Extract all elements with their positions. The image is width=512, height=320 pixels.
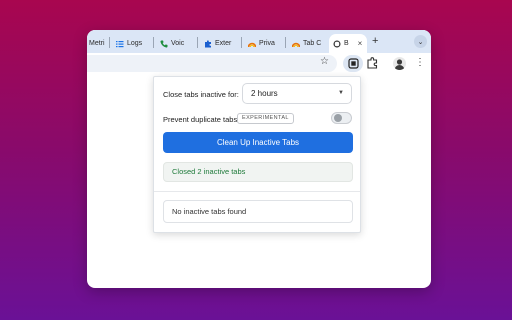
active-extension-button[interactable] (343, 55, 363, 72)
tab-active[interactable]: B × (329, 34, 367, 53)
avatar-icon (394, 59, 405, 70)
phone-icon (160, 40, 168, 48)
empty-state-message: No inactive tabs found (163, 200, 353, 223)
chevron-down-icon: ⌄ (417, 38, 424, 46)
arc-icon (248, 42, 256, 47)
select-value: 2 hours (251, 89, 278, 98)
extension-icon (333, 40, 341, 47)
tab-separator (109, 37, 110, 48)
tab-label: Exter (215, 40, 232, 47)
new-tab-button[interactable]: + (372, 35, 378, 47)
bookmark-star-icon[interactable]: ☆ (320, 56, 329, 67)
tab-separator (241, 37, 242, 48)
duplicate-tabs-toggle[interactable] (331, 112, 352, 124)
tab-search-button[interactable]: ⌄ (414, 35, 427, 48)
tab-strip: Metri Logs Voic Exter Priva Tab C B × + … (87, 30, 431, 53)
experimental-badge: EXPERIMENTAL (237, 113, 294, 124)
inactive-duration-select[interactable]: 2 hours ▼ (242, 83, 352, 104)
tab-logs[interactable]: Logs (111, 34, 147, 53)
tab-label: Logs (127, 40, 143, 47)
profile-avatar[interactable] (393, 57, 406, 70)
extension-popup: Close tabs inactive for: 2 hours ▼ Preve… (153, 76, 361, 233)
clean-up-button[interactable]: Clean Up Inactive Tabs (163, 132, 353, 153)
caret-down-icon: ▼ (338, 90, 344, 96)
menu-icon[interactable]: ⋮ (415, 56, 425, 70)
tab-privacy[interactable]: Priva (243, 34, 283, 53)
toggle-knob (334, 114, 342, 122)
tab-label: Priva (259, 40, 275, 47)
divider (154, 191, 360, 192)
status-message: Closed 2 inactive tabs (163, 162, 353, 182)
tab-tab-cleanup[interactable]: Tab C (287, 34, 327, 53)
duplicate-tabs-label: Prevent duplicate tabs (163, 115, 238, 124)
tab-separator (153, 37, 154, 48)
tab-voice[interactable]: Voic (155, 34, 195, 53)
inactive-duration-label: Close tabs inactive for: (163, 90, 239, 99)
tab-label: B (344, 40, 349, 47)
toolbar: ☆ ⋮ (87, 53, 431, 74)
arc-icon (292, 42, 300, 47)
close-tab-icon[interactable]: × (358, 39, 363, 48)
tab-separator (285, 37, 286, 48)
extension-icon (347, 58, 359, 69)
tab-separator (197, 37, 198, 48)
extensions-puzzle-icon[interactable] (367, 57, 378, 69)
puzzle-icon (205, 39, 211, 47)
tab-label: Metri (89, 40, 105, 47)
tab-label: Tab C (303, 40, 322, 47)
address-bar[interactable] (87, 55, 337, 72)
tab-label: Voic (171, 40, 185, 47)
tab-extensions[interactable]: Exter (199, 34, 239, 53)
list-icon (116, 40, 124, 47)
tab-metrics[interactable]: Metri (87, 34, 108, 53)
